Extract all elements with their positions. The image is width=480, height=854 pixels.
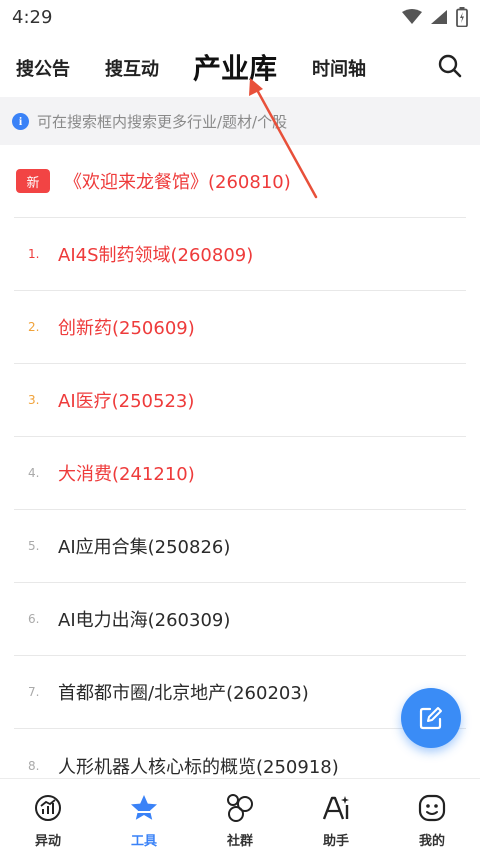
nav-item-community[interactable]: 社群 — [192, 779, 288, 854]
list-item-text: 创新药(250609) — [58, 318, 195, 339]
list-item[interactable]: 5. AI应用合集(250826) — [14, 510, 466, 583]
rank-number: 4. — [28, 466, 40, 480]
circles-icon — [227, 794, 253, 822]
compose-button[interactable] — [401, 688, 461, 748]
list-item-featured[interactable]: 新 《欢迎来龙餐馆》(260810) — [14, 145, 466, 218]
hint-text: 可在搜索框内搜索更多行业/题材/个股 — [37, 112, 288, 131]
list-item[interactable]: 4. 大消费(241210) — [14, 437, 466, 510]
rank-number: 7. — [28, 685, 40, 699]
rank-number: 8. — [28, 758, 40, 773]
tab-search-announcements[interactable]: 搜公告 — [16, 55, 70, 81]
list-item-text: AI应用合集(250826) — [58, 537, 231, 558]
star-icon — [131, 795, 157, 820]
list-item-text: 首都都市圈/北京地产(260203) — [58, 683, 309, 704]
list-item-text: 大消费(241210) — [58, 464, 195, 485]
nav-label: 社群 — [226, 834, 253, 849]
nav-label: 助手 — [322, 834, 349, 849]
rank-number: 1. — [28, 247, 40, 261]
smile-icon — [418, 794, 446, 822]
top-tab-bar: 搜公告 搜互动 产业库 时间轴 — [0, 38, 480, 94]
info-icon: i — [12, 112, 29, 130]
new-badge: 新 — [16, 169, 50, 193]
nav-label: 我的 — [418, 834, 445, 849]
nav-label: 异动 — [34, 834, 61, 849]
list-item-text: 人形机器人核心标的概览(250918) — [58, 756, 339, 778]
nav-label: 工具 — [130, 834, 157, 849]
edit-icon — [419, 707, 442, 730]
tab-timeline[interactable]: 时间轴 — [312, 55, 366, 81]
list-item-text: 《欢迎来龙餐馆》(260810) — [64, 172, 291, 193]
bottom-nav: 异动 工具 社群 助手 我的 — [0, 778, 480, 854]
list-item-text: AI医疗(250523) — [58, 391, 195, 412]
chart-icon — [35, 795, 61, 821]
list-item[interactable]: 6. AI电力出海(260309) — [14, 583, 466, 656]
list-item-text: AI电力出海(260309) — [58, 610, 231, 631]
nav-item-tools[interactable]: 工具 — [96, 779, 192, 854]
signal-icon — [431, 10, 447, 24]
list-item[interactable]: 3. AI医疗(250523) — [14, 364, 466, 437]
rank-number: 5. — [28, 539, 40, 553]
rank-number: 6. — [28, 612, 40, 626]
rank-number: 2. — [28, 320, 40, 334]
tab-industry-library[interactable]: 产业库 — [193, 47, 277, 87]
nav-item-assistant[interactable]: 助手 — [288, 779, 384, 854]
nav-item-movers[interactable]: 异动 — [0, 779, 96, 854]
search-hint-bar: i 可在搜索框内搜索更多行业/题材/个股 — [0, 97, 480, 145]
rank-number: 3. — [28, 393, 40, 407]
tab-search-interactions[interactable]: 搜互动 — [105, 55, 159, 81]
status-time: 4:29 — [12, 6, 53, 28]
ai-icon — [322, 796, 349, 820]
list-item[interactable]: 7. 首都都市圈/北京地产(260203) — [14, 656, 466, 729]
list-item-text: AI4S制药领域(260809) — [58, 245, 254, 266]
list-item[interactable]: 1. AI4S制药领域(260809) — [14, 218, 466, 291]
status-bar: 4:29 — [0, 0, 480, 34]
battery-icon — [456, 7, 468, 27]
nav-item-mine[interactable]: 我的 — [384, 779, 480, 854]
list-item[interactable]: 2. 创新药(250609) — [14, 291, 466, 364]
wifi-icon — [402, 9, 422, 24]
status-icons — [402, 7, 468, 27]
search-icon[interactable] — [436, 52, 464, 80]
